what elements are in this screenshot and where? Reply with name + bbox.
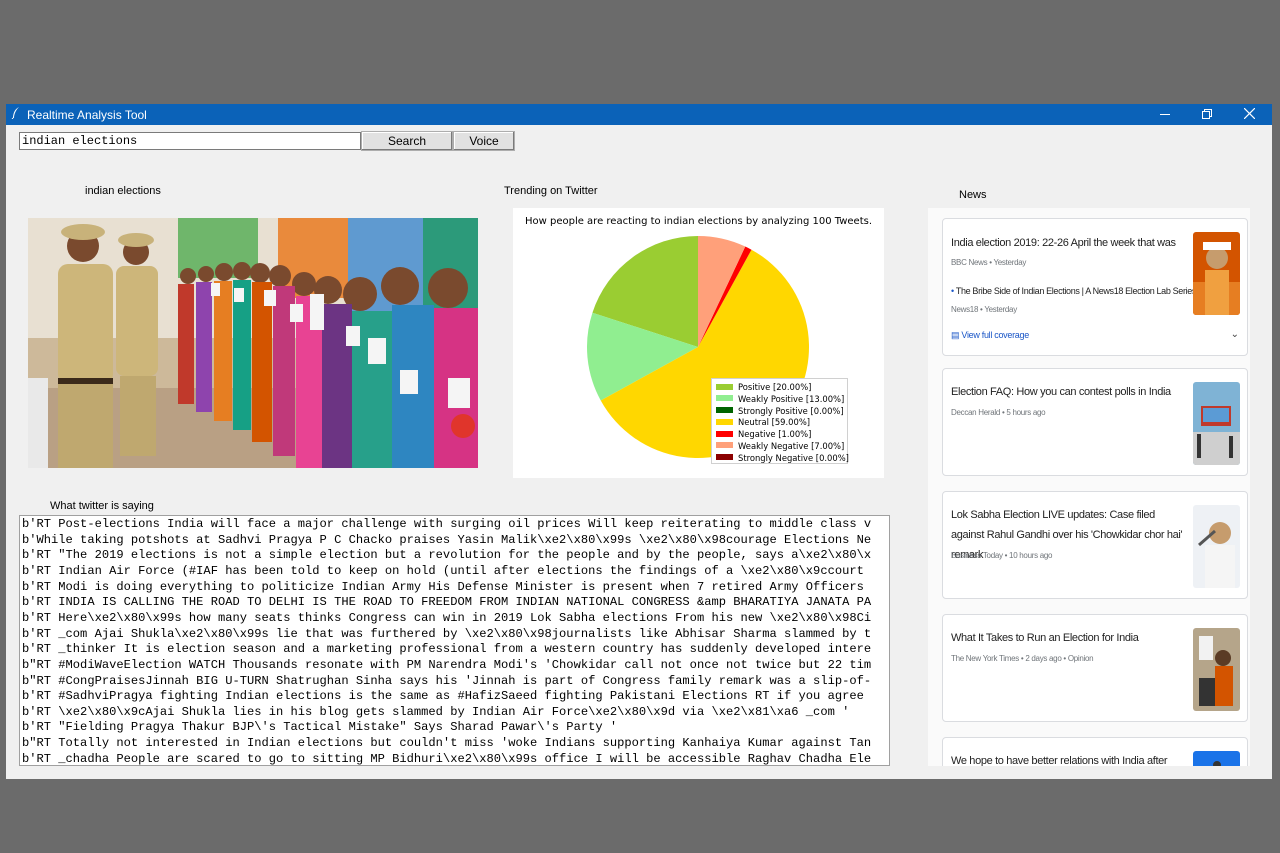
tweets-textarea[interactable]: b'RT Post-elections India will face a ma…: [19, 515, 890, 766]
news-card[interactable]: We hope to have better relations with In…: [942, 737, 1248, 766]
chart-legend: Positive [20.00%] Weakly Positive [13.00%…: [711, 378, 849, 465]
chevron-down-icon[interactable]: ⌄: [1231, 329, 1239, 340]
legend-label: Weakly Positive [13.00%]: [738, 393, 845, 404]
news-headline[interactable]: We hope to have better relations with In…: [951, 751, 1189, 766]
news-headline[interactable]: India election 2019: 22-26 April the wee…: [951, 233, 1189, 253]
view-full-coverage-link[interactable]: ▤ View full coverage: [951, 330, 1029, 341]
legend-item: Neutral [59.00%]: [716, 417, 847, 429]
tweet-line: b'While taking potshots at Sadhvi Pragya…: [22, 532, 872, 547]
search-input[interactable]: [19, 132, 361, 150]
news-thumbnail: [1193, 505, 1240, 588]
tweet-line: b'RT #SadhviPragya fighting Indian elect…: [22, 689, 864, 704]
legend-label: Neutral [59.00%]: [738, 417, 811, 428]
news-card[interactable]: India election 2019: 22-26 April the wee…: [942, 218, 1248, 356]
sentiment-pie-chart: How people are reacting to indian electi…: [513, 208, 884, 478]
tweet-line: b"RT Totally not interested in Indian el…: [22, 736, 872, 751]
legend-swatch: [716, 407, 733, 414]
tweet-line: b'RT _com Ajai Shukla\xe2\x80\x99s lie t…: [22, 626, 872, 641]
voice-button[interactable]: Voice: [453, 131, 515, 151]
news-panel[interactable]: India election 2019: 22-26 April the wee…: [928, 208, 1250, 766]
news-label: News: [959, 189, 987, 201]
feather-icon: [11, 106, 21, 122]
tweet-line: b'RT Indian Air Force (#IAF has been tol…: [22, 563, 864, 578]
legend-label: Strongly Positive [0.00%]: [738, 405, 844, 416]
tweet-line: b"RT #CongPraisesJinnah BIG U-TURN Shatr…: [22, 673, 872, 688]
legend-label: Negative [1.00%]: [738, 429, 812, 440]
news-thumbnail: [1193, 628, 1240, 711]
legend-item: Negative [1.00%]: [716, 429, 847, 441]
legend-item: Weakly Positive [13.00%]: [716, 394, 847, 406]
tweet-line: b'RT Modi is doing everything to politic…: [22, 579, 864, 594]
legend-label: Positive [20.00%]: [738, 382, 812, 392]
legend-item: Positive [20.00%]: [716, 382, 847, 394]
restore-button[interactable]: [1186, 104, 1228, 125]
news-source-time: Business Today • 10 hours ago: [951, 551, 1053, 560]
tweet-line: b'RT _thinker It is election season and …: [22, 642, 872, 657]
legend-swatch: [716, 418, 733, 425]
title-bar[interactable]: Realtime Analysis Tool: [6, 104, 1272, 125]
news-source-time: Deccan Herald • 5 hours ago: [951, 408, 1046, 417]
legend-swatch: [716, 383, 733, 390]
news-sub-headline[interactable]: • The Bribe Side of Indian Elections | A…: [951, 286, 1196, 296]
news-headline[interactable]: Election FAQ: How you can contest polls …: [951, 382, 1189, 402]
search-button[interactable]: Search: [361, 131, 453, 151]
twitter-trending-label: Trending on Twitter: [504, 185, 598, 197]
news-card[interactable]: Election FAQ: How you can contest polls …: [942, 368, 1248, 476]
tweet-line: b'RT INDIA IS CALLING THE ROAD TO DELHI …: [22, 595, 872, 610]
news-headline[interactable]: What It Takes to Run an Election for Ind…: [951, 628, 1189, 648]
news-sub-source-time: News18 • Yesterday: [951, 305, 1017, 314]
app-window: Realtime Analysis Tool Search Voice indi…: [6, 104, 1272, 779]
news-source-time: The New York Times • 2 days ago • Opinio…: [951, 654, 1094, 663]
restore-icon: [1202, 109, 1212, 119]
tweet-line: b"RT #ModiWaveElection WATCH Thousands r…: [22, 657, 872, 672]
close-icon: [1243, 107, 1255, 120]
image-query-label: indian elections: [85, 185, 161, 197]
window-title: Realtime Analysis Tool: [27, 108, 147, 122]
news-card[interactable]: Lok Sabha Election LIVE updates: Case fi…: [942, 491, 1248, 599]
tweet-line: b'RT _chadha People are scared to go to …: [22, 751, 872, 766]
legend-label: Weakly Negative [7.00%]: [738, 440, 845, 451]
tweets-label: What twitter is saying: [50, 500, 154, 512]
news-card[interactable]: What It Takes to Run an Election for Ind…: [942, 614, 1248, 722]
tweet-line: b'RT "The 2019 elections is not a simple…: [22, 548, 872, 563]
tweet-line: b'RT \xe2\x80\x9cAjai Shukla lies in his…: [22, 704, 850, 719]
legend-item: Strongly Positive [0.00%]: [716, 406, 847, 418]
tweet-line: b'RT Post-elections India will face a ma…: [22, 517, 872, 531]
minimize-icon: [1160, 114, 1170, 115]
legend-swatch: [716, 442, 733, 449]
legend-swatch: [716, 430, 733, 437]
search-result-image: [28, 218, 478, 468]
legend-swatch: [716, 395, 733, 402]
legend-item: Weakly Negative [7.00%]: [716, 441, 847, 453]
tweet-line: b'RT Here\xe2\x80\x99s how many seats th…: [22, 610, 872, 625]
news-thumbnail: [1193, 232, 1240, 315]
minimize-button[interactable]: [1144, 104, 1186, 125]
news-thumbnail: [1193, 382, 1240, 465]
legend-label: Strongly Negative [0.00%]: [738, 452, 849, 463]
legend-swatch: [716, 454, 733, 461]
tweet-line: b'RT "Fielding Pragya Thakur BJP\'s Tact…: [22, 720, 618, 735]
news-thumbnail: [1193, 751, 1240, 766]
legend-item: Strongly Negative [0.00%]: [716, 452, 849, 465]
news-source-time: BBC News • Yesterday: [951, 258, 1027, 267]
close-button[interactable]: [1228, 104, 1270, 125]
newspaper-icon: ▤: [951, 330, 960, 340]
